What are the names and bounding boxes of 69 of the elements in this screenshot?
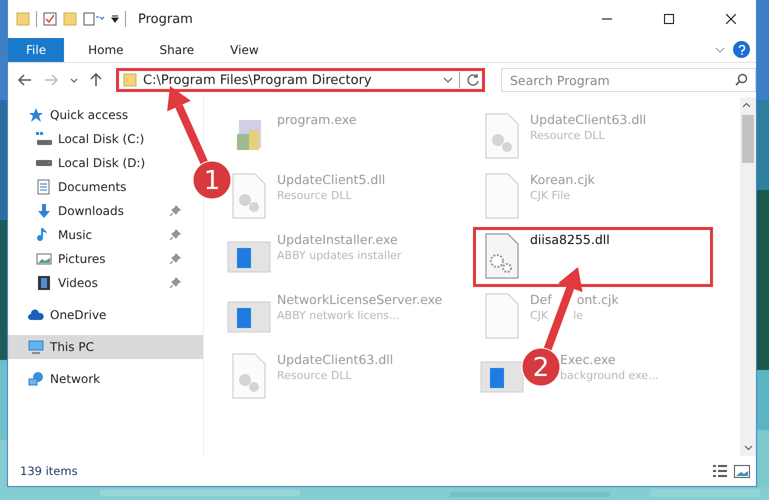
view-options-icon[interactable]: [83, 12, 105, 26]
file-type: le: [573, 309, 583, 322]
expand-ribbon-icon[interactable]: [715, 47, 725, 53]
back-arrow-icon: [18, 74, 32, 86]
sidebar-item[interactable]: This PC: [8, 335, 203, 359]
picture-icon: [36, 251, 52, 267]
file-type: Resource DLL: [530, 129, 605, 142]
large-icons-view-icon[interactable]: [734, 464, 750, 478]
help-button[interactable]: [733, 41, 750, 58]
cloud-icon: [28, 307, 44, 323]
dropdown-icon[interactable]: [443, 77, 453, 83]
caret-down-icon: [744, 445, 752, 451]
ribbon-tab[interactable]: Home: [72, 38, 140, 62]
sidebar-item[interactable]: Pictures: [8, 247, 185, 271]
star-icon: [28, 107, 44, 123]
computer-icon: [28, 339, 44, 355]
item-count: 139 items: [20, 464, 79, 478]
ribbon-tab[interactable]: Share: [144, 38, 210, 62]
refresh-icon[interactable]: [466, 73, 480, 87]
file-type: ABBY updates installer: [277, 249, 402, 262]
back-button[interactable]: [16, 72, 34, 88]
file-type: ABBY network licens...: [277, 309, 400, 322]
sidebar-item[interactable]: Local Disk (D:): [8, 151, 185, 175]
drive-icon: [36, 160, 52, 166]
address-bar[interactable]: C:\Program Files\Program Directory: [116, 68, 485, 92]
film-icon: [36, 275, 52, 291]
minimize-icon: [602, 18, 612, 20]
caret-icon: [70, 78, 78, 82]
sidebar-item[interactable]: Music: [8, 223, 185, 247]
search-icon: [735, 73, 748, 86]
sidebar-item[interactable]: Videos: [8, 271, 185, 295]
sidebar-item[interactable]: Local Disk (C:): [8, 127, 185, 151]
search-field[interactable]: Search Program: [501, 68, 756, 92]
sidebar-item[interactable]: Documents: [8, 175, 185, 199]
forward-arrow-icon: [44, 74, 58, 86]
folder-icon: [16, 12, 30, 26]
scrollbar[interactable]: [740, 97, 756, 456]
customize-toolbar-icon[interactable]: [111, 15, 119, 23]
sidebar-item[interactable]: OneDrive: [8, 303, 203, 327]
sidebar-item[interactable]: Network: [8, 367, 203, 391]
window-title: Program: [138, 12, 193, 26]
scrollbar-thumb[interactable]: [742, 115, 754, 163]
file-type: Resource DLL: [277, 369, 352, 382]
address-path: C:\Program Files\Program Directory: [143, 72, 373, 88]
drive-icon: [36, 131, 52, 147]
recent-locations-button[interactable]: [68, 76, 80, 84]
file-type: Resource DLL: [277, 189, 352, 202]
ribbon-tab[interactable]: File: [8, 38, 64, 62]
file-type: background exe...: [560, 369, 659, 382]
sidebar-item[interactable]: Downloads: [8, 199, 185, 223]
sidebar-item[interactable]: Quick access: [8, 103, 203, 127]
step-badge: 2: [522, 348, 560, 386]
file-name[interactable]: diisa8255.dll: [530, 232, 610, 247]
up-button[interactable]: [88, 71, 104, 89]
download-icon: [36, 203, 52, 219]
document-icon: [36, 179, 52, 195]
details-view-icon[interactable]: [712, 465, 728, 477]
caret-up-icon: [742, 102, 751, 108]
maximize-icon: [664, 14, 674, 24]
properties-icon[interactable]: [43, 12, 57, 26]
question-mark-icon: [738, 44, 746, 54]
close-icon: [726, 14, 736, 24]
ribbon-tab[interactable]: View: [214, 38, 275, 62]
up-arrow-icon: [90, 73, 102, 87]
network-icon: [28, 371, 44, 387]
file-type: CJK File: [530, 189, 570, 202]
step-badge: 1: [192, 160, 232, 200]
file-type: CJK: [530, 309, 548, 322]
folder-icon: [123, 73, 137, 87]
